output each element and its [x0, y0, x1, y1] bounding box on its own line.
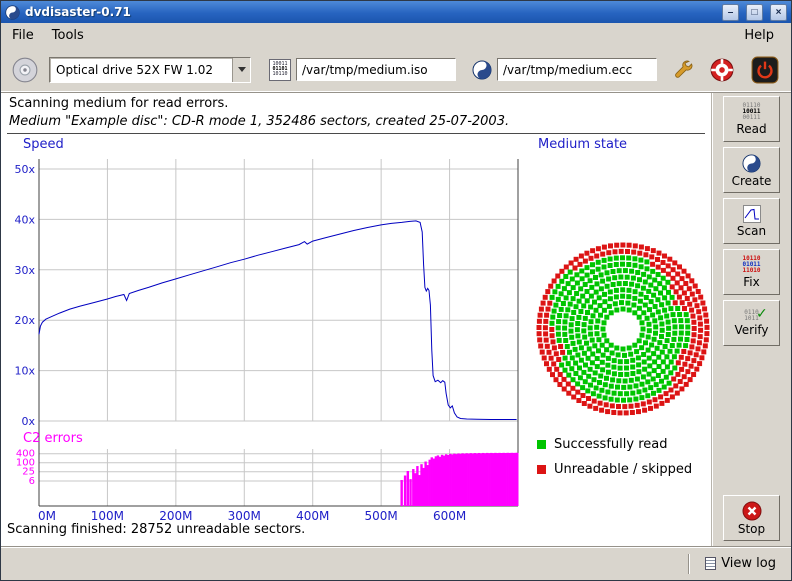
menu-help[interactable]: Help — [735, 26, 783, 45]
svg-text:200M: 200M — [159, 509, 192, 523]
svg-text:50x: 50x — [14, 163, 35, 176]
statusbar-separator — [688, 554, 690, 574]
window-title: dvdisaster-0.71 — [25, 5, 131, 19]
drive-select[interactable]: Optical drive 52X FW 1.02 — [49, 57, 251, 83]
legend-unreadable: Unreadable / skipped — [537, 462, 692, 477]
drive-button[interactable] — [9, 54, 41, 86]
svg-text:300M: 300M — [228, 509, 261, 523]
svg-text:400M: 400M — [296, 509, 329, 523]
svg-text:0M: 0M — [38, 509, 56, 523]
svg-text:10x: 10x — [14, 365, 35, 378]
svg-text:100M: 100M — [91, 509, 124, 523]
legend-unreadable-swatch — [537, 465, 546, 474]
log-icon — [705, 557, 716, 570]
preferences-button[interactable] — [669, 55, 699, 85]
verify-button[interactable]: 0110 1011 ✓ Verify — [723, 300, 780, 346]
minimize-button[interactable]: – — [722, 4, 739, 21]
svg-text:600M: 600M — [433, 509, 466, 523]
stop-button[interactable]: Stop — [723, 495, 780, 541]
status-line: Scanning medium for read errors. — [9, 96, 228, 111]
scan-result-text: Scanning finished: 28752 unreadable sect… — [7, 522, 305, 537]
ecc-file-icon — [472, 60, 492, 80]
chevron-down-icon — [232, 58, 250, 82]
svg-text:6: 6 — [29, 476, 35, 487]
curve-area: 0M100M200M300M400M500M600M4001002560x10x… — [1, 93, 711, 546]
maximize-button[interactable]: □ — [746, 4, 763, 21]
quit-button[interactable] — [749, 54, 781, 86]
menu-tools[interactable]: Tools — [43, 26, 93, 45]
svg-text:0x: 0x — [21, 415, 35, 428]
speed-chart-title: Speed — [23, 137, 64, 152]
about-button[interactable] — [707, 55, 737, 85]
divider — [7, 133, 705, 134]
power-icon — [751, 56, 779, 84]
ecc-path-input[interactable] — [497, 58, 657, 81]
legend-read-label: Successfully read — [554, 437, 667, 452]
svg-text:30x: 30x — [14, 264, 35, 277]
iso-path-input[interactable] — [296, 58, 456, 81]
iso-file-icon: 10011 01101 10110 — [269, 59, 291, 81]
app-window: dvdisaster-0.71 – □ × File Tools Help Op… — [0, 0, 792, 581]
svg-text:500M: 500M — [365, 509, 398, 523]
menubar: File Tools Help — [1, 23, 791, 47]
app-icon — [5, 5, 20, 20]
view-log-label: View log — [721, 556, 776, 571]
stop-icon — [742, 501, 762, 521]
chart-icon — [743, 205, 761, 223]
menu-file[interactable]: File — [3, 26, 43, 45]
cd-drive-icon — [11, 56, 39, 84]
scan-button[interactable]: Scan — [723, 198, 780, 244]
yin-yang-icon — [742, 154, 761, 173]
legend-successfully-read: Successfully read — [537, 437, 667, 452]
legend-read-swatch — [537, 440, 546, 449]
action-sidebar: 01110 10011 00111 Read Create — [711, 93, 791, 546]
medium-state-title: Medium state — [538, 137, 627, 152]
create-button[interactable]: Create — [723, 147, 780, 193]
drive-select-value: Optical drive 52X FW 1.02 — [50, 58, 232, 82]
toolbar: Optical drive 52X FW 1.02 10011 01101 10… — [1, 47, 791, 93]
legend-unreadable-label: Unreadable / skipped — [554, 462, 692, 477]
c2-chart-title: C2 errors — [23, 431, 83, 446]
svg-text:20x: 20x — [14, 314, 35, 327]
close-button[interactable]: × — [770, 4, 787, 21]
statusbar: View log — [1, 546, 791, 580]
fix-bits-icon: 10110 01011 11010 — [742, 256, 760, 275]
medium-info: Medium "Example disc": CD-R mode 1, 3524… — [9, 114, 509, 129]
curve-canvas: 0M100M200M300M400M500M600M4001002560x10x… — [1, 93, 711, 546]
view-log-button[interactable]: View log — [698, 552, 783, 575]
wrench-icon — [671, 57, 697, 83]
lifesaver-icon — [709, 57, 735, 83]
titlebar[interactable]: dvdisaster-0.71 – □ × — [1, 1, 791, 23]
binary-read-icon: 01110 10011 00111 — [742, 103, 760, 122]
verify-check-icon: 0110 1011 ✓ — [744, 310, 758, 323]
read-button[interactable]: 01110 10011 00111 Read — [723, 96, 780, 142]
svg-text:40x: 40x — [14, 213, 35, 226]
fix-button[interactable]: 10110 01011 11010 Fix — [723, 249, 780, 295]
